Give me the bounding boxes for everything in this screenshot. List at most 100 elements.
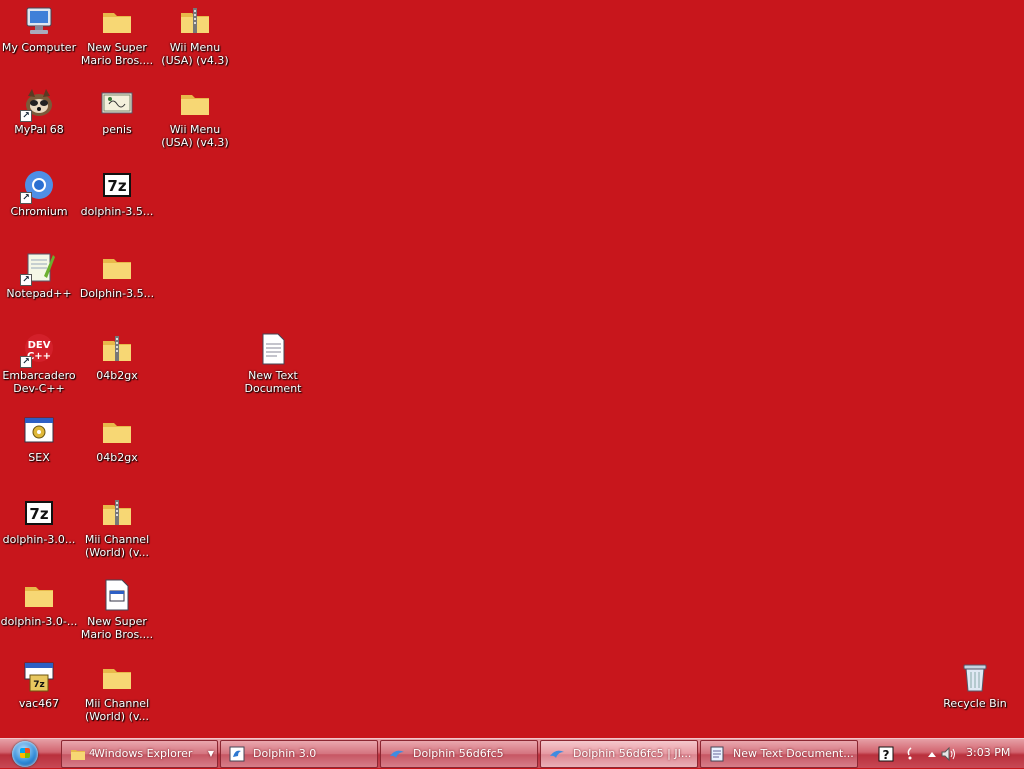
dolphin-app-icon — [229, 746, 245, 762]
desktop-icon-label: Dolphin-3.5... — [79, 287, 155, 300]
svg-text:7z: 7z — [107, 177, 126, 195]
shortcut-arrow-icon: ↗ — [20, 274, 32, 286]
desktop-icon-label: SEX — [28, 451, 50, 464]
mypal-icon: ↗ — [20, 86, 56, 122]
taskbar-button-label: New Text Document... — [733, 747, 854, 760]
taskbar: 4 Windows Explorer ▼ Dolphin 3.0 Dolphin… — [0, 738, 1024, 768]
application-icon — [22, 414, 56, 448]
desktop-icon-new-text-document[interactable]: New Text Document — [234, 330, 312, 408]
taskbar-button-dolphin-56d6fc5[interactable]: Dolphin 56d6fc5 — [380, 740, 538, 768]
desktop-icon-new-super-mario-folder[interactable]: New Super Mario Bros.... — [78, 2, 156, 80]
desktop-icon-label: Embarcadero Dev-C++ — [2, 369, 76, 395]
desktop-icon-label: Mii Channel (World) (v... — [84, 697, 150, 723]
certificate-icon — [100, 86, 134, 120]
desktop-icon-label: My Computer — [1, 41, 77, 54]
desktop-icon-label: 04b2gx — [96, 369, 138, 382]
help-icon[interactable]: ? — [878, 746, 894, 762]
desktop-icon-dolphin35-archive[interactable]: 7z dolphin-3.5... — [78, 166, 156, 244]
network-icon[interactable] — [902, 746, 918, 762]
desktop-icon-mypal[interactable]: ↗ MyPal 68 — [0, 84, 78, 162]
desktop-icon-04b2gx-zip[interactable]: 04b2gx — [78, 330, 156, 408]
desktop-icon-sex[interactable]: SEX — [0, 412, 78, 490]
desktop-icon-mii-channel-zip[interactable]: Mii Channel (World) (v... — [78, 494, 156, 572]
clock[interactable]: 3:03 PM — [966, 746, 1010, 759]
desktop-icon-chromium[interactable]: ↗ Chromium — [0, 166, 78, 244]
desktop-icon-wii-menu-zip[interactable]: Wii Menu (USA) (v4.3) — [156, 2, 234, 80]
dolphin-logo-icon — [389, 746, 405, 762]
windows-start-orb-icon — [12, 741, 38, 767]
desktop-icon-label: Wii Menu (USA) (v4.3) — [161, 123, 229, 149]
desktop-icon-label: New Super Mario Bros.... — [80, 41, 154, 67]
desktop-icon-label: Mii Channel (World) (v... — [84, 533, 150, 559]
shortcut-arrow-icon: ↗ — [20, 356, 32, 368]
desktop-icon-label: penis — [102, 123, 132, 136]
chevron-down-icon[interactable]: ▼ — [208, 741, 214, 767]
recycle-bin-icon — [958, 660, 992, 694]
desktop-icon-mii-channel-folder[interactable]: Mii Channel (World) (v... — [78, 658, 156, 736]
desktop-icon-label: dolphin-3.0-... — [0, 615, 78, 628]
desktop-icon-certificate[interactable]: penis — [78, 84, 156, 162]
folder-icon — [22, 578, 56, 612]
notepad-plus-plus-icon: ↗ — [20, 250, 56, 286]
folder-icon — [100, 250, 134, 284]
desktop-icon-dolphin-folder[interactable]: dolphin-3.0-... — [0, 576, 78, 654]
shortcut-arrow-icon: ↗ — [20, 110, 32, 122]
desktop-icon-label: Notepad++ — [6, 287, 72, 300]
zip-folder-icon — [178, 4, 212, 38]
taskbar-button-dolphin-56d6fc5-jit[interactable]: Dolphin 56d6fc5 | JI... — [540, 740, 698, 768]
desktop-icon-label: New Super Mario Bros.... — [80, 615, 154, 641]
svg-text:?: ? — [883, 748, 890, 762]
taskbar-button-label: Dolphin 56d6fc5 | JI... — [573, 747, 692, 760]
desktop-icon-my-computer[interactable]: My Computer — [0, 2, 78, 80]
file-icon — [100, 578, 134, 612]
volume-icon[interactable] — [940, 746, 956, 762]
desktop[interactable]: My Computer ↗ MyPal 68 ↗ Chromium ↗ Note… — [0, 0, 1024, 738]
desktop-icon-label: Wii Menu (USA) (v4.3) — [161, 41, 229, 67]
desktop-icon-label: Chromium — [10, 205, 68, 218]
desktop-icon-04b2gx-folder[interactable]: 04b2gx — [78, 412, 156, 490]
taskbar-button-dolphin-3[interactable]: Dolphin 3.0 — [220, 740, 378, 768]
desktop-icon-dev-cpp[interactable]: DEV C++ ↗ Embarcadero Dev-C++ — [0, 330, 78, 408]
desktop-icon-notepad-plus-plus[interactable]: ↗ Notepad++ — [0, 248, 78, 326]
svg-text:7z: 7z — [29, 505, 48, 523]
7z-installer-icon: 7z — [22, 660, 56, 694]
desktop-icon-dolphin35-folder[interactable]: Dolphin-3.5... — [78, 248, 156, 326]
taskbar-button-label: Windows Explorer — [94, 747, 193, 760]
zip-folder-icon — [100, 332, 134, 366]
show-hidden-icons-icon[interactable] — [924, 746, 940, 762]
desktop-icon-label: New Text Document — [244, 369, 302, 395]
taskbar-button-windows-explorer[interactable]: 4 Windows Explorer ▼ — [61, 740, 218, 768]
desktop-icon-label: dolphin-3.5... — [80, 205, 154, 218]
dolphin-logo-icon — [549, 746, 565, 762]
folder-icon — [100, 414, 134, 448]
desktop-icon-wii-menu-folder[interactable]: Wii Menu (USA) (v4.3) — [156, 84, 234, 162]
svg-text:7z: 7z — [33, 680, 45, 690]
desktop-icon-new-super-mario-file[interactable]: New Super Mario Bros.... — [78, 576, 156, 654]
folder-icon — [100, 660, 134, 694]
desktop-icon-dolphin-archive[interactable]: 7z dolphin-3.0... — [0, 494, 78, 572]
desktop-icon-label: Recycle Bin — [943, 697, 1007, 710]
desktop-icon-recycle-bin[interactable]: Recycle Bin — [936, 658, 1014, 736]
folder-icon — [70, 746, 86, 762]
taskbar-button-label: Dolphin 56d6fc5 — [413, 747, 504, 760]
chromium-icon: ↗ — [20, 168, 56, 204]
zip-folder-icon — [100, 496, 134, 530]
dev-cpp-icon: DEV C++ ↗ — [20, 332, 56, 368]
desktop-icon-label: MyPal 68 — [14, 123, 64, 136]
svg-text:DEV: DEV — [28, 340, 51, 351]
notepad-icon — [709, 746, 725, 762]
folder-icon — [100, 4, 134, 38]
desktop-icon-label: dolphin-3.0... — [2, 533, 76, 546]
window-count: 4 — [89, 748, 96, 759]
folder-icon — [178, 86, 212, 120]
my-computer-icon — [22, 4, 56, 38]
desktop-icon-vac467[interactable]: 7z vac467 — [0, 658, 78, 736]
text-document-icon — [256, 332, 290, 366]
desktop-icon-label: vac467 — [18, 697, 60, 710]
start-button[interactable] — [4, 740, 46, 768]
7z-archive-icon: 7z — [100, 168, 134, 202]
shortcut-arrow-icon: ↗ — [20, 192, 32, 204]
desktop-icon-label: 04b2gx — [96, 451, 138, 464]
7z-archive-icon: 7z — [22, 496, 56, 530]
taskbar-button-new-text-document[interactable]: New Text Document... — [700, 740, 858, 768]
